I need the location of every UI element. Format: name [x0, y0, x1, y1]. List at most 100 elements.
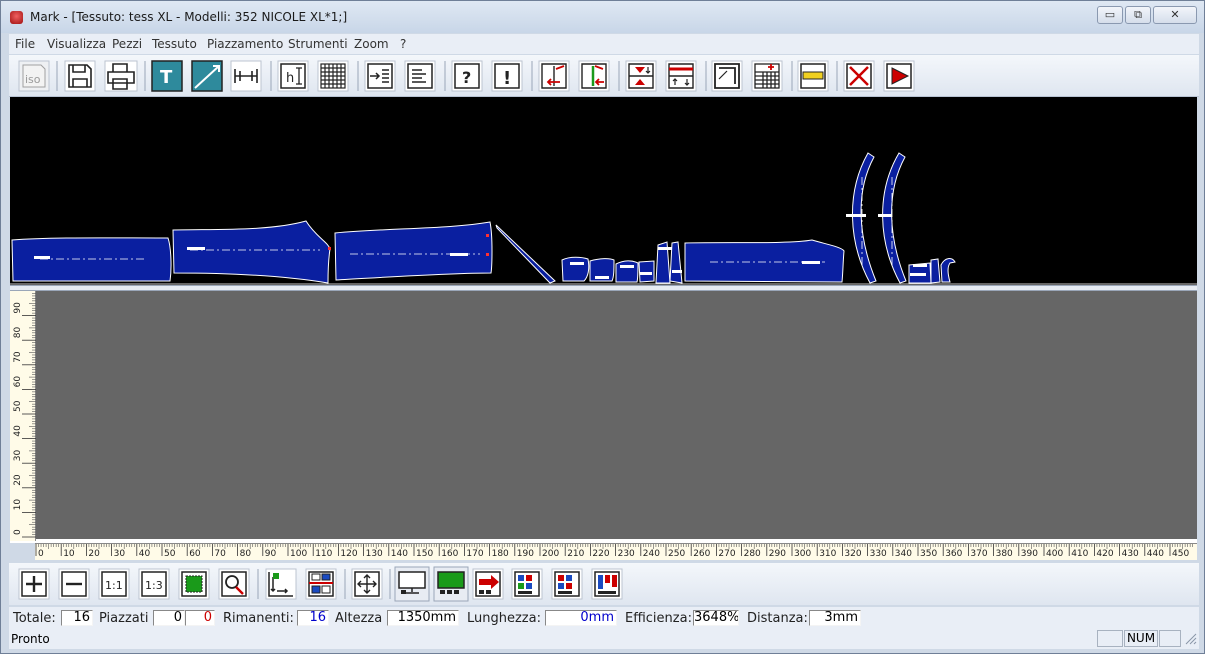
flip-horizontal-button[interactable]: [665, 60, 697, 92]
fit-fabric-button[interactable]: [178, 568, 210, 600]
pattern-piece[interactable]: [11, 237, 172, 282]
ruler-label: 290: [769, 549, 786, 559]
iso-button[interactable]: iso: [18, 60, 50, 92]
text-tool-icon: T: [160, 67, 173, 88]
delete-button[interactable]: [843, 60, 875, 92]
piazzati-label: Piazzati: [99, 611, 149, 626]
menu-visualizza[interactable]: Visualizza: [47, 37, 106, 51]
pan-button[interactable]: [351, 568, 383, 600]
grid-button[interactable]: [317, 60, 349, 92]
marker-preview[interactable]: [10, 97, 1197, 285]
main-toolbar: iso T h ? !: [9, 55, 1199, 97]
ruler-label: 80: [240, 549, 252, 559]
menu-tessuto[interactable]: Tessuto: [152, 37, 197, 51]
ruler-label: 400: [1046, 549, 1063, 559]
list-button[interactable]: [404, 60, 436, 92]
ruler-label: 70: [13, 351, 23, 363]
move-bottom-button[interactable]: [265, 568, 297, 600]
window-title: Mark - [Tessuto: tess XL - Modelli: 352 …: [30, 10, 348, 24]
ruler-label: 0: [38, 549, 44, 559]
view-green-button[interactable]: [433, 566, 469, 602]
ruler-label: 200: [542, 549, 559, 559]
pattern-piece[interactable]: [882, 152, 907, 284]
zoom-in-button[interactable]: [18, 568, 50, 600]
menu-strumenti[interactable]: Strumenti: [288, 37, 348, 51]
layout-b-button[interactable]: [551, 568, 583, 600]
lunghezza-value: 0mm: [545, 610, 617, 626]
minimize-button[interactable]: ▭: [1097, 6, 1123, 24]
fit-fabric-icon: [185, 575, 203, 593]
zoom-1-1-button[interactable]: 1:1: [98, 568, 130, 600]
ruler-label: 360: [945, 549, 962, 559]
layout-c-button[interactable]: [591, 568, 623, 600]
pattern-piece[interactable]: [561, 256, 590, 282]
help-button[interactable]: ?: [451, 60, 483, 92]
insert-list-button[interactable]: [364, 60, 396, 92]
ruler-label: 100: [290, 549, 307, 559]
rotate-tool-button[interactable]: [191, 60, 223, 92]
zoom-toolbar-icons: 1:1 1:3: [18, 566, 623, 602]
restore-button[interactable]: ⧉: [1125, 6, 1151, 24]
pattern-piece[interactable]: [495, 224, 556, 284]
pattern-piece[interactable]: [334, 221, 493, 281]
main-toolbar-icons: iso T h ? !: [18, 60, 915, 92]
run-button[interactable]: [883, 60, 915, 92]
pattern-piece[interactable]: [684, 239, 845, 283]
placement-canvas[interactable]: [36, 291, 1197, 539]
altezza-label: Altezza: [335, 611, 383, 626]
pattern-piece[interactable]: [940, 258, 956, 283]
align-left-button[interactable]: [578, 60, 610, 92]
placement-workspace: 0 10 20 30 40 50 60 70 80 90: [10, 291, 1197, 543]
totale-label: Totale:: [13, 611, 56, 626]
magnifier-button[interactable]: [218, 568, 250, 600]
ruler-label: 410: [1071, 549, 1088, 559]
pattern-piece[interactable]: [615, 260, 639, 283]
close-button[interactable]: ✕: [1153, 6, 1197, 24]
menu-file[interactable]: File: [15, 37, 35, 51]
send-red-button[interactable]: [472, 568, 504, 600]
corner-button[interactable]: [711, 60, 743, 92]
ruler-label: 90: [265, 549, 277, 559]
menu-zoom[interactable]: Zoom: [354, 37, 389, 51]
measure-tool-button[interactable]: [230, 60, 262, 92]
ruler-label: 150: [416, 549, 433, 559]
ruler-label: 140: [391, 549, 408, 559]
resize-grip-icon[interactable]: [1185, 633, 1197, 645]
view-marker-button[interactable]: [394, 566, 430, 602]
vertical-ruler-ticks: 0 10 20 30 40 50 60 70 80 90: [13, 293, 36, 538]
title-bar[interactable]: Mark - [Tessuto: tess XL - Modelli: 352 …: [1, 1, 1204, 33]
height-button[interactable]: h: [277, 60, 309, 92]
ruler-label: 20: [88, 549, 100, 559]
pattern-piece[interactable]: [172, 220, 331, 284]
ruler-label: 30: [13, 449, 23, 461]
zoom-1-1-icon: 1:1: [105, 579, 123, 592]
zoom-out-button[interactable]: [58, 568, 90, 600]
bottom-status-bar: Pronto NUM: [9, 629, 1199, 649]
text-tool-button[interactable]: T: [151, 60, 183, 92]
ruler-label: 260: [693, 549, 710, 559]
menu-help[interactable]: ?: [400, 37, 406, 51]
pattern-piece[interactable]: [930, 258, 941, 284]
flip-vertical-button[interactable]: [625, 60, 657, 92]
menu-pezzi[interactable]: Pezzi: [112, 37, 142, 51]
zoom-1-3-button[interactable]: 1:3: [138, 568, 170, 600]
rimanenti-label: Rimanenti:: [223, 611, 294, 626]
ruler-label: 0: [13, 529, 23, 535]
print-button[interactable]: [104, 60, 138, 92]
ruler-label: 160: [441, 549, 458, 559]
lunghezza-label: Lunghezza:: [467, 611, 541, 626]
ruler-button[interactable]: [797, 60, 829, 92]
table-button[interactable]: [751, 60, 783, 92]
pattern-piece[interactable]: [638, 260, 655, 283]
num-lock-indicator: NUM: [1124, 630, 1158, 647]
alert-button[interactable]: !: [491, 60, 523, 92]
vertical-ruler: 0 10 20 30 40 50 60 70 80 90: [10, 291, 36, 541]
pattern-piece[interactable]: [852, 152, 877, 284]
horizontal-ruler: 0 10 20 30 40 50 60 70 80 90 100 110 120 130 140 150 160…: [35, 543, 1197, 560]
save-button[interactable]: [64, 60, 96, 92]
align-right-button[interactable]: [538, 60, 570, 92]
layout-a-button[interactable]: [511, 568, 543, 600]
split-button[interactable]: [305, 568, 337, 600]
ruler-label: 440: [1147, 549, 1164, 559]
menu-piazzamento[interactable]: Piazzamento: [207, 37, 283, 51]
